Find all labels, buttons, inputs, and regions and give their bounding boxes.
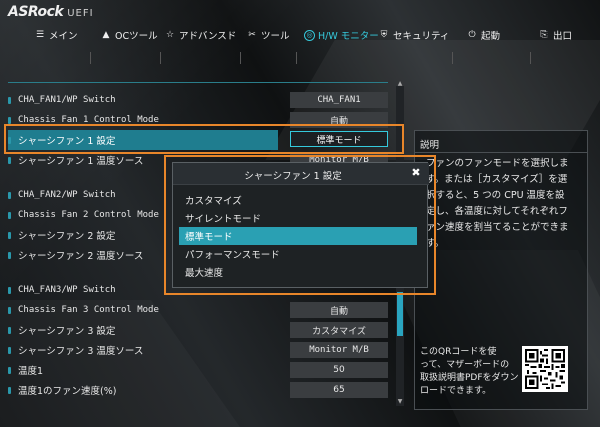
scroll-up-icon[interactable]: ▲ xyxy=(396,80,404,88)
row-bullet xyxy=(8,366,11,374)
setting-label: Chassis Fan 2 Control Mode xyxy=(18,210,159,220)
annotation-frame xyxy=(164,155,436,295)
tab-security[interactable]: ⛨ セキュリティ xyxy=(378,24,450,46)
qr-description: このQRコードを使 って、マザーボードの 取扱説明書PDFをダウン ロードできま… xyxy=(420,347,519,396)
tab-exit[interactable]: ⎘ 出口 xyxy=(538,24,572,46)
setting-label: シャーシファン 3 温度ソース xyxy=(18,346,144,357)
setting-label: 温度1 xyxy=(18,366,44,377)
tab-boot[interactable]: ⏻ 起動 xyxy=(466,24,500,46)
setting-value-cha-fan1-switch[interactable]: CHA_FAN1 xyxy=(290,92,388,108)
star-icon: ☆ xyxy=(165,30,175,40)
row-bullet xyxy=(8,286,11,294)
row-bullet xyxy=(8,231,11,239)
nav-divider xyxy=(160,52,161,64)
nav-divider xyxy=(530,52,531,64)
tab-hw-monitor[interactable]: ◎ H/W モニター xyxy=(304,24,379,46)
row-bullet xyxy=(8,326,11,334)
tab-oc-tools[interactable]: ▲ OCツール xyxy=(100,24,158,46)
tools-icon: ✂ xyxy=(248,30,256,40)
shield-icon: ⛨ xyxy=(380,30,388,40)
nav-divider xyxy=(90,52,91,64)
setting-value-temp1-fan-speed[interactable]: 65 xyxy=(290,382,388,398)
setting-label: CHA_FAN3/WP Switch xyxy=(18,285,116,295)
description-text: ファンのファンモードを選択しま す。または［カスタマイズ］を選 択すると、5 つ… xyxy=(426,158,569,249)
nav-divider xyxy=(296,52,297,64)
scroll-down-icon[interactable]: ▼ xyxy=(396,398,404,406)
power-icon: ⏻ xyxy=(468,30,476,40)
exit-icon: ⎘ xyxy=(540,30,548,40)
row-bullet xyxy=(8,346,11,354)
monitor-icon: ◎ xyxy=(304,29,315,41)
setting-label: シャーシファン 2 設定 xyxy=(18,231,116,242)
nav-divider xyxy=(452,52,453,64)
list-divider xyxy=(8,82,388,83)
setting-label: CHA_FAN1/WP Switch xyxy=(18,95,116,105)
nav-divider xyxy=(240,52,241,64)
asrock-logo: ASRock UEFI xyxy=(8,4,94,20)
description-divider xyxy=(414,152,588,153)
row-bullet xyxy=(8,96,11,104)
row-bullet xyxy=(8,191,11,199)
row-bullet xyxy=(8,386,11,394)
setting-value-fan3-temp-source[interactable]: Monitor M/B xyxy=(290,342,388,358)
row-bullet xyxy=(8,211,11,219)
row-bullet xyxy=(8,306,11,314)
tab-main[interactable]: ☰ メイン xyxy=(34,24,78,46)
setting-label: CHA_FAN2/WP Switch xyxy=(18,190,116,200)
setting-label: シャーシファン 3 設定 xyxy=(18,326,116,337)
setting-label: シャーシファン 1 温度ソース xyxy=(18,156,144,167)
row-bullet xyxy=(8,156,11,164)
setting-label: シャーシファン 2 温度ソース xyxy=(18,251,144,262)
row-bullet xyxy=(8,251,11,259)
rocket-icon: ▲ xyxy=(102,30,110,40)
annotation-frame xyxy=(4,124,404,154)
setting-label: Chassis Fan 3 Control Mode xyxy=(18,305,159,315)
setting-value-fan3-setting[interactable]: カスタマイズ xyxy=(290,322,388,338)
qr-code-icon xyxy=(522,346,568,392)
top-nav: ☰ メイン ▲ OCツール ☆ アドバンスド ✂ ツール ◎ H/W モニター … xyxy=(0,24,600,64)
setting-value-fan3-control-mode[interactable]: 自動 xyxy=(290,302,388,318)
scrollbar-thumb[interactable] xyxy=(397,292,403,336)
tab-tools[interactable]: ✂ ツール xyxy=(246,24,289,46)
tab-advanced[interactable]: ☆ アドバンスド xyxy=(164,24,236,46)
menu-icon: ☰ xyxy=(35,30,45,40)
setting-label: 温度1のファン速度(%) xyxy=(18,386,117,397)
row-bullet xyxy=(8,116,11,124)
description-title: 説明 xyxy=(420,140,440,151)
setting-value-temp1[interactable]: 50 xyxy=(290,362,388,378)
